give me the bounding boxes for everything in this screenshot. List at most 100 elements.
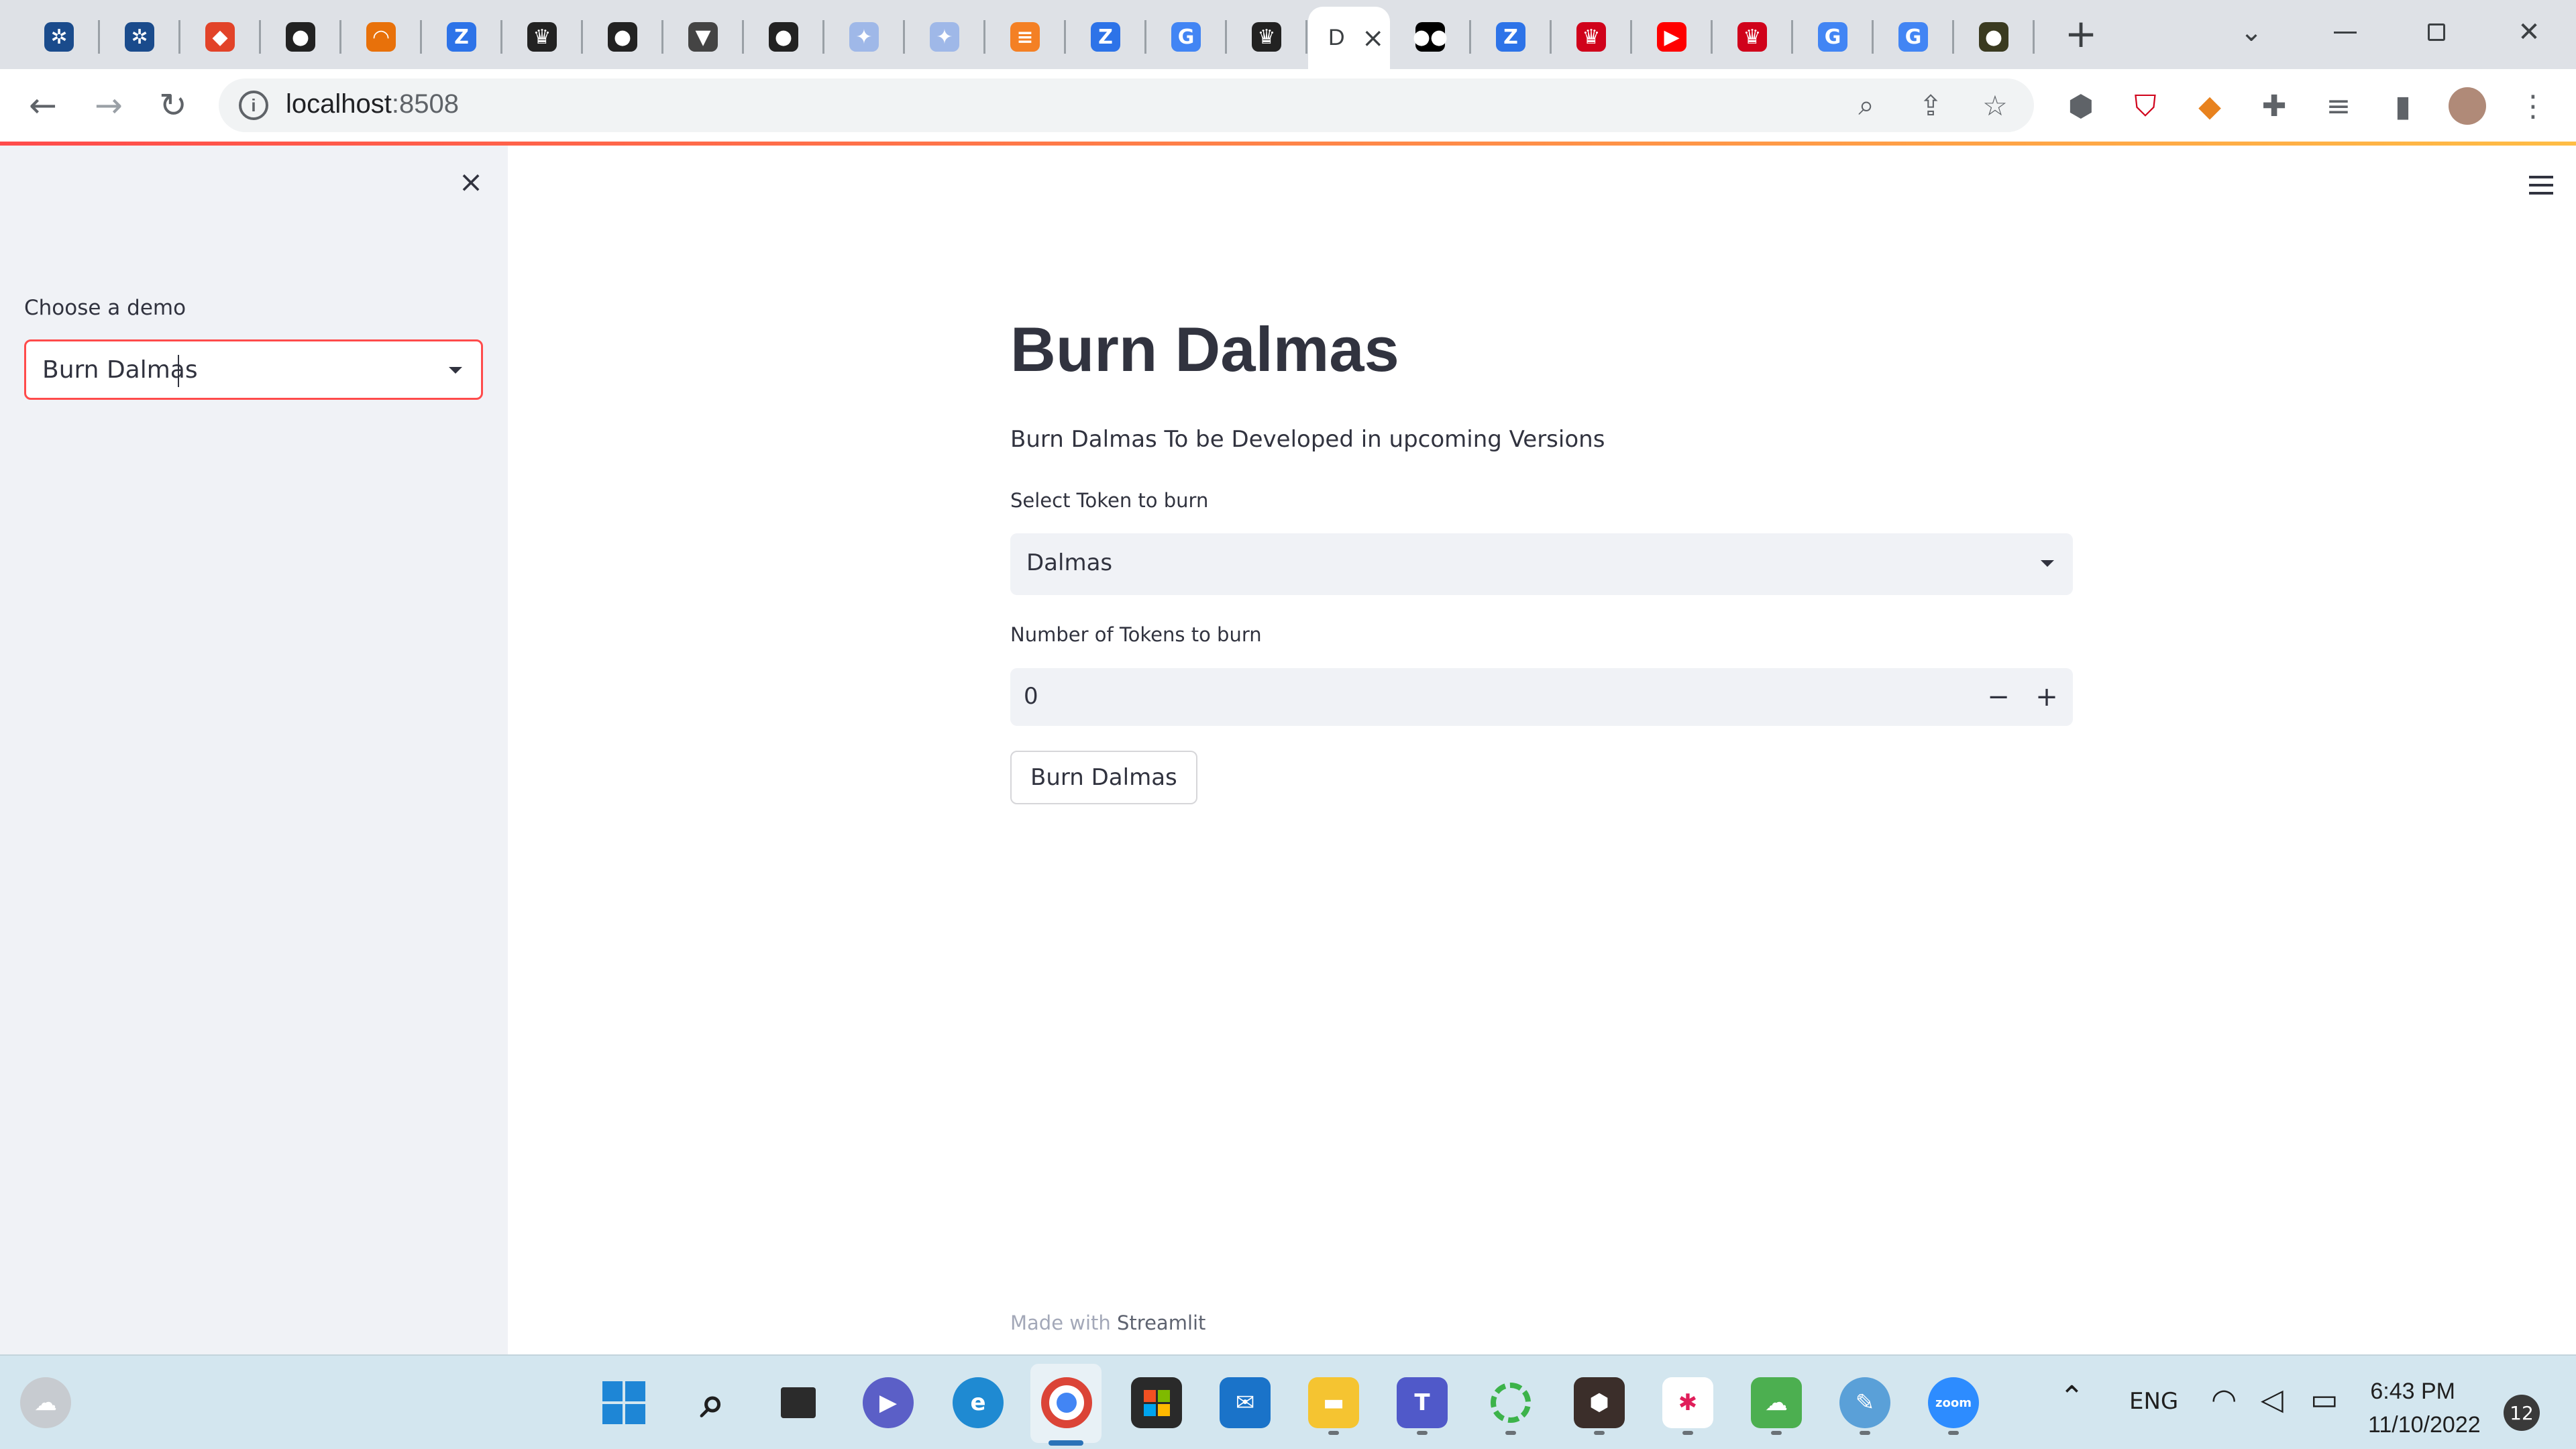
sidebar: × Choose a demo Burn Dalmas [0,146,508,1354]
close-window-icon[interactable]: ✕ [2509,12,2549,52]
sidebar-close-icon[interactable]: × [453,164,488,199]
browser-tab[interactable]: Z [1065,9,1146,64]
token-select[interactable]: Dalmas [1010,533,2073,595]
browser-tab[interactable]: ● [260,9,341,64]
chevron-down-icon[interactable] [2041,560,2054,567]
medium-icon: ●● [1413,22,1448,52]
new-tab-button[interactable]: + [2061,11,2101,56]
demo-select[interactable]: Burn Dalmas [24,339,483,400]
hamburger-menu-icon[interactable] [2522,166,2560,204]
notification-badge[interactable]: 12 [2504,1395,2540,1431]
running-dot [1771,1431,1782,1435]
google-icon: G [1818,22,1847,52]
network-app-icon[interactable]: ☁ [1751,1377,1802,1428]
minimize-icon[interactable] [2325,12,2365,52]
browser-tab[interactable]: ♛ [1226,9,1307,64]
zoom-app-icon[interactable]: zoom [1928,1377,1979,1428]
browser-tab[interactable]: G [1792,9,1873,64]
browser-tab[interactable]: ▶ [1631,9,1712,64]
paint-icon[interactable]: ✎ [1839,1377,1890,1428]
active-indicator [1049,1440,1083,1446]
extension-hex-icon[interactable]: ⬢ [2062,87,2100,125]
zoom-icon[interactable]: ⌕ [1847,87,1885,124]
weather-icon[interactable]: ☁ [20,1377,71,1428]
back-icon[interactable]: ← [21,84,64,127]
running-dot [1860,1431,1870,1435]
browser-tab[interactable]: Z [1470,9,1551,64]
amount-input-value[interactable]: 0 [1024,683,1038,710]
teams-icon[interactable]: T [1397,1377,1448,1428]
browser-tab[interactable]: ✦ [904,9,985,64]
amount-input[interactable]: 0 − + [1010,668,2073,726]
browser-tab[interactable]: ♛ [1712,9,1792,64]
address-bar[interactable]: i localhost:8508 ⌕ ⇪ ☆ [219,78,2034,132]
browser-tab[interactable]: ♛ [502,9,582,64]
browser-tab[interactable]: ♛ [1551,9,1631,64]
slack-icon[interactable]: ✱ [1662,1377,1713,1428]
profile-avatar[interactable] [2449,87,2486,125]
tab-strip: ✲ ✲ ◆ ● ◠ Z ♛ ● ▼ ● ✦ ✦ ≡ Z G ♛ D × ●● Z ♛ ▶ ♛ G G ● + ⌄ ✕ [0,0,2576,69]
media-control-icon[interactable]: ≡ [2320,87,2357,125]
edge-icon[interactable]: e [953,1377,1004,1428]
github-icon: ● [608,22,637,52]
chrome-menu-icon[interactable]: ⋮ [2514,87,2552,125]
tab-search-icon[interactable]: ⌄ [2231,12,2271,52]
browser-tab[interactable]: ▼ [663,9,743,64]
restore-icon[interactable] [2416,12,2457,52]
browser-tab[interactable]: ● [582,9,663,64]
browser-tab[interactable]: G [1146,9,1226,64]
spinner-icon: ◠ [366,22,396,52]
reload-icon[interactable]: ↻ [152,84,195,127]
burn-button[interactable]: Burn Dalmas [1010,751,1197,804]
store-icon[interactable] [1131,1377,1182,1428]
clock[interactable]: 6:43 PM 11/10/2022 [2368,1375,2481,1442]
tab-close-icon[interactable]: × [1362,23,1385,54]
spy-icon: ● [1979,22,2008,52]
increment-button[interactable]: + [2023,674,2070,720]
battery-icon[interactable]: ▭ [2310,1383,2339,1417]
loader-app-icon[interactable] [1485,1377,1536,1428]
crown-red-icon: ♛ [1737,22,1767,52]
language-indicator[interactable]: ENG [2129,1388,2178,1415]
browser-tab[interactable]: ● [743,9,824,64]
browser-tab[interactable]: ≡ [985,9,1065,64]
mail-icon[interactable]: ✉ [1220,1377,1271,1428]
browser-tab[interactable]: ✲ [19,9,99,64]
browser-toolbar: ← → ↻ i localhost:8508 ⌕ ⇪ ☆ [0,69,2576,142]
browser-tab[interactable]: ✲ [99,9,180,64]
chevron-up-icon[interactable]: ⌃ [2059,1380,2084,1414]
url-text[interactable]: localhost:8508 [286,89,459,119]
chrome-icon[interactable] [1041,1377,1092,1428]
browser-tab[interactable]: G [1873,9,1953,64]
decrement-button[interactable]: − [1975,674,2022,720]
task-view-icon[interactable] [773,1377,824,1428]
streamlit-link[interactable]: Streamlit [1117,1311,1205,1334]
search-icon[interactable]: ⌕ [687,1377,738,1428]
metamask-icon[interactable]: ◆ [2191,87,2229,125]
windows-start-icon[interactable] [598,1377,649,1428]
extension-shield-icon[interactable]: ⛉ [2127,87,2164,125]
browser-tab[interactable]: ✦ [824,9,904,64]
browser-tab[interactable]: ◠ [341,9,421,64]
file-explorer-icon[interactable]: ▬ [1308,1377,1359,1428]
share-icon[interactable]: ⇪ [1912,87,1949,124]
running-dot [1948,1431,1959,1435]
browser-tab[interactable]: ● [1953,9,2034,64]
tab-active[interactable]: D × [1308,7,1390,69]
extensions-puzzle-icon[interactable]: ✚ [2255,87,2293,125]
token-select-value: Dalmas [1026,549,1113,576]
browser-tab[interactable]: Z [421,9,502,64]
clock-time: 6:43 PM [2370,1379,2455,1404]
forward-icon[interactable]: → [87,84,130,127]
chevron-down-icon[interactable] [449,367,462,374]
volume-icon[interactable]: ◁ [2261,1383,2284,1417]
wifi-icon[interactable]: ◠ [2211,1383,2237,1417]
browser-tab[interactable]: ●● [1390,9,1470,64]
bookmark-star-icon[interactable]: ☆ [1976,87,2014,124]
chat-icon[interactable]: ▶ [863,1377,914,1428]
browser-tab[interactable]: ◆ [180,9,260,64]
side-panel-icon[interactable]: ▮ [2384,87,2422,125]
box-app-icon[interactable]: ⬢ [1574,1377,1625,1428]
page-description: Burn Dalmas To be Developed in upcoming … [1010,426,1605,453]
site-info-icon[interactable]: i [239,91,268,120]
